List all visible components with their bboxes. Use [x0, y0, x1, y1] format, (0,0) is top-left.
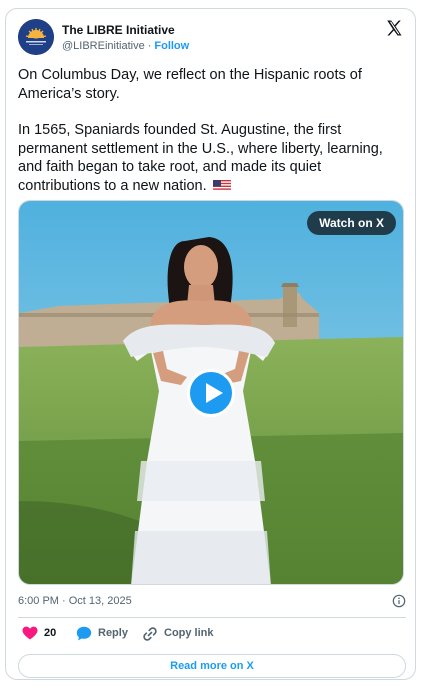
author-name[interactable]: The LIBRE Initiative — [62, 22, 189, 38]
tweet-paragraph-2-wrap: In 1565, Spaniards founded St. Augustine… — [18, 121, 406, 195]
watch-on-x-button[interactable]: Watch on X — [307, 211, 396, 235]
avatar[interactable] — [18, 19, 54, 55]
timestamp[interactable]: 6:00 PM · Oct 13, 2025 — [18, 595, 132, 607]
play-button[interactable] — [187, 369, 235, 417]
avatar-logo — [18, 19, 54, 55]
tweet-embed-card: The LIBRE Initiative @LIBREinitiative · Fo… — [5, 8, 416, 680]
tweet-header: The LIBRE Initiative @LIBREinitiative · Fo… — [18, 19, 405, 57]
video-player[interactable]: Watch on X — [18, 200, 404, 585]
tweet-paragraph-1: On Columbus Day, we reflect on the Hispa… — [18, 67, 362, 102]
tweet-text: On Columbus Day, we reflect on the Hispa… — [18, 66, 406, 195]
heart-icon — [22, 626, 38, 640]
author-handle[interactable]: @LIBREinitiative — [62, 40, 145, 52]
x-logo-icon[interactable] — [385, 19, 403, 37]
reply-bubble-icon — [76, 626, 92, 641]
copy-link-button[interactable]: Copy link — [142, 623, 222, 643]
reply-label: Reply — [98, 627, 128, 639]
link-icon — [143, 627, 157, 641]
author-block: The LIBRE Initiative @LIBREinitiative · Fo… — [62, 22, 189, 54]
separator-dot: · — [147, 40, 152, 52]
read-more-button[interactable]: Read more on X — [18, 654, 406, 678]
reply-button[interactable]: Reply — [76, 623, 136, 643]
tweet-paragraph-2: In 1565, Spaniards founded St. Augustine… — [18, 122, 383, 194]
play-icon — [206, 383, 223, 403]
tweet-meta: 6:00 PM · Oct 13, 2025 — [18, 592, 406, 610]
divider — [18, 617, 406, 618]
author-subline: @LIBREinitiative · Follow — [62, 38, 189, 54]
like-count: 20 — [44, 627, 57, 639]
like-button[interactable]: 20 — [22, 623, 67, 643]
follow-button[interactable]: Follow — [154, 40, 189, 52]
action-bar: 20 Reply Copy link — [18, 623, 406, 643]
info-icon[interactable] — [392, 594, 406, 608]
us-flag-icon — [212, 179, 231, 191]
copy-link-label: Copy link — [164, 627, 214, 639]
